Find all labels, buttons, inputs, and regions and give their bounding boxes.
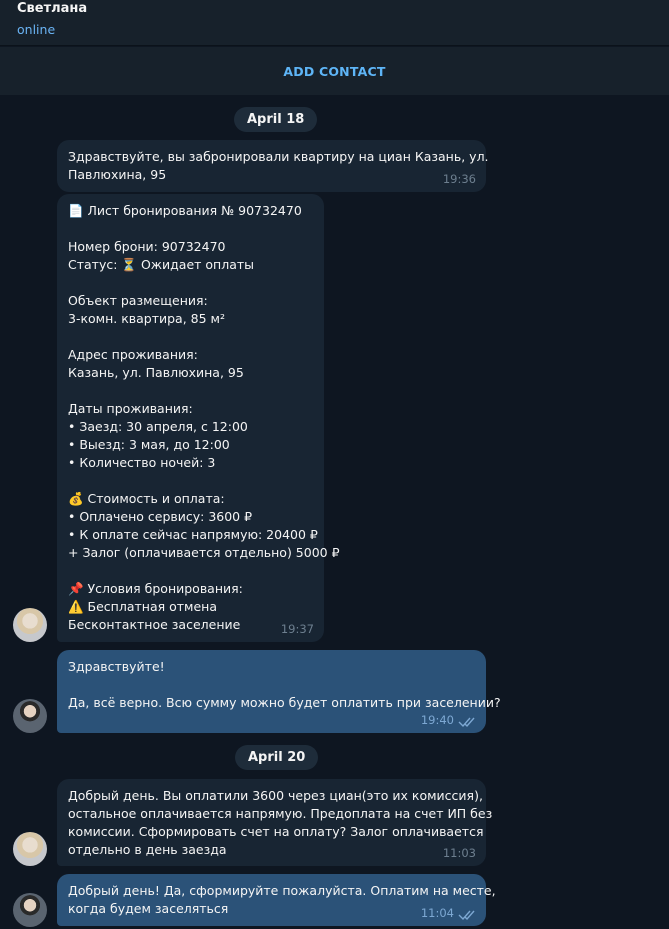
message-text: Объект размещения: xyxy=(68,293,208,308)
message-text: Да, всё верно. Всю сумму можно будет опл… xyxy=(68,695,501,710)
message-text: + Залог (оплачивается отдельно) 5000 ₽ xyxy=(68,545,340,560)
message-bubble-outgoing[interactable]: Добрый день! Да, сформируйте пожалуйста.… xyxy=(57,874,496,926)
message-text: • Выезд: 3 мая, до 12:00 xyxy=(68,437,230,452)
chat-header[interactable]: Светлана online xyxy=(0,0,669,46)
message-bubble-incoming[interactable]: Здравствуйте, вы забронировали квартиру … xyxy=(57,140,489,192)
contact-avatar[interactable] xyxy=(13,832,47,866)
message-text: • Заезд: 30 апреля, с 12:00 xyxy=(68,419,248,434)
message-text: комиссии. Сформировать счет на оплату? З… xyxy=(68,824,484,839)
message-time: 11:04 xyxy=(420,906,454,920)
date-separator: April 20 xyxy=(235,745,319,770)
message-time: 19:37 xyxy=(280,622,314,636)
message-text: Номер брони: 90732470 xyxy=(68,239,226,254)
message-text: • К оплате сейчас напрямую: 20400 ₽ xyxy=(68,527,318,542)
message-text: отдельно в день заезда xyxy=(68,842,227,857)
date-separator: April 18 xyxy=(234,107,318,132)
message-text: остальное оплачивается напрямую. Предопл… xyxy=(68,806,493,821)
message-bubble-incoming[interactable]: 📄 Лист бронирования № 90732470 Номер бро… xyxy=(57,194,340,642)
user-avatar[interactable] xyxy=(13,699,47,733)
message-text xyxy=(68,220,313,238)
read-checkmarks-icon xyxy=(458,717,475,728)
message-text: Статус: ⏳ Ожидает оплаты xyxy=(68,257,255,272)
message-text: ⚠️ Бесплатная отмена xyxy=(68,599,217,614)
message-text: 📌 Условия бронирования: xyxy=(68,581,243,596)
message-text: • Количество ночей: 3 xyxy=(68,455,216,470)
contact-name[interactable]: Светлана xyxy=(17,1,87,16)
message-text: Здравствуйте, вы забронировали квартиру … xyxy=(68,149,489,164)
message-text xyxy=(68,382,313,400)
message-text: Добрый день! Да, сформируйте пожалуйста.… xyxy=(68,883,496,898)
message-text xyxy=(68,274,313,292)
message-text: Павлюхина, 95 xyxy=(68,167,167,182)
message-text: 3-комн. квартира, 85 м² xyxy=(68,311,225,326)
message-text: 📄 Лист бронирования № 90732470 xyxy=(68,203,302,218)
message-text: 💰 Стоимость и оплата: xyxy=(68,491,225,506)
message-text: • Оплачено сервису: 3600 ₽ xyxy=(68,509,253,524)
message-text: Казань, ул. Павлюхина, 95 xyxy=(68,365,244,380)
contact-avatar[interactable] xyxy=(13,608,47,642)
user-avatar[interactable] xyxy=(13,893,47,927)
read-checkmarks-icon xyxy=(458,910,475,921)
message-time: 19:36 xyxy=(442,172,476,186)
message-text xyxy=(68,676,475,694)
message-bubble-outgoing[interactable]: Здравствуйте! Да, всё верно. Всю сумму м… xyxy=(57,650,501,733)
message-text xyxy=(68,328,313,346)
message-text: Здравствуйте! xyxy=(68,659,165,674)
message-text xyxy=(68,562,313,580)
message-bubble-incoming[interactable]: Добрый день. Вы оплатили 3600 через циан… xyxy=(57,779,493,866)
message-text: Адрес проживания: xyxy=(68,347,198,362)
message-time: 19:40 xyxy=(420,713,454,727)
contact-status: online xyxy=(17,22,56,37)
message-text: Бесконтактное заселение xyxy=(68,617,241,632)
message-text: Даты проживания: xyxy=(68,401,193,416)
message-text: когда будем заселяться xyxy=(68,901,229,916)
add-contact-button[interactable]: ADD CONTACT xyxy=(0,47,669,95)
message-time: 11:03 xyxy=(442,846,476,860)
message-text xyxy=(68,472,313,490)
message-text: Добрый день. Вы оплатили 3600 через циан… xyxy=(68,788,483,803)
